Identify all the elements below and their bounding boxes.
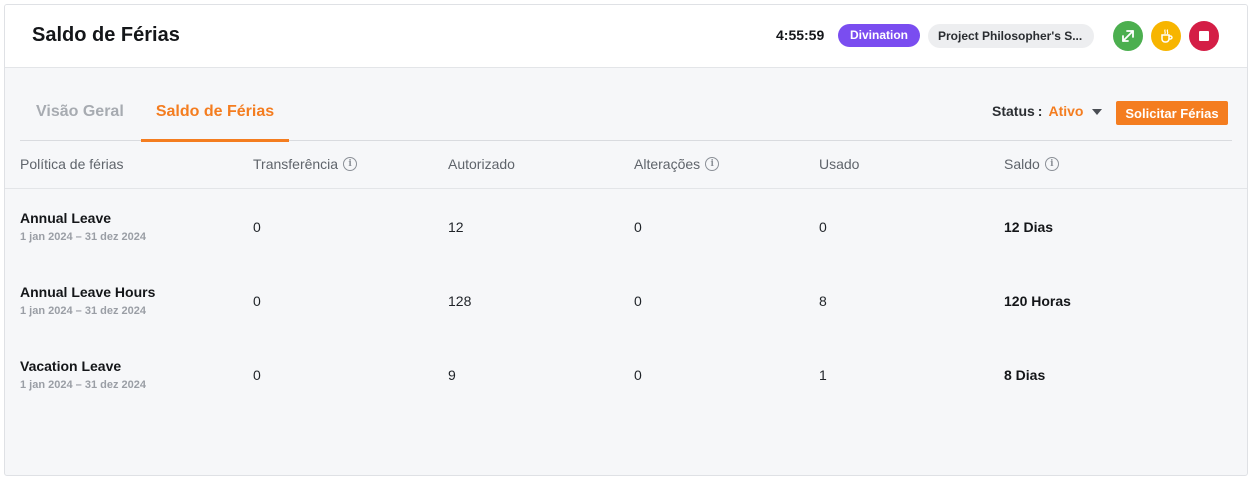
policy-period: 1 jan 2024 – 31 dez 2024	[20, 379, 146, 391]
stop-tracking-button[interactable]	[1189, 21, 1219, 51]
transfer-value: 0	[253, 293, 261, 309]
resume-tracking-icon	[1122, 30, 1134, 42]
status-filter[interactable]: Status : Ativo	[992, 103, 1103, 119]
status-label: Status	[992, 103, 1035, 119]
changes-value: 0	[634, 367, 642, 383]
status-value: Ativo	[1048, 103, 1084, 119]
table-header: Política de férias Transferência i Autor…	[5, 142, 1247, 189]
policy-name: Annual Leave	[20, 210, 112, 226]
table-row: Annual Leave Hours 1 jan 2024 – 31 dez 2…	[5, 264, 1247, 338]
authorized-value: 12	[448, 219, 464, 235]
info-icon[interactable]: i	[705, 157, 720, 171]
info-icon[interactable]: i	[343, 157, 358, 171]
column-header-authorized: Autorizado	[448, 156, 515, 172]
request-leave-button[interactable]: Solicitar Férias	[1116, 101, 1228, 125]
balance-value: 8 Dias	[1004, 367, 1046, 383]
activity-badge[interactable]: Divination	[838, 24, 921, 47]
stop-icon	[1199, 31, 1209, 41]
top-header: Saldo de Férias 4:55:59 Divination Proje…	[5, 5, 1247, 68]
info-icon[interactable]: i	[1044, 157, 1059, 171]
app-window: Saldo de Férias 4:55:59 Divination Proje…	[4, 4, 1248, 476]
column-header-used: Usado	[819, 156, 860, 172]
tab-overview[interactable]: Visão Geral	[36, 97, 124, 141]
coffee-break-icon	[1161, 29, 1173, 43]
balance-value: 12 Dias	[1004, 219, 1054, 235]
policy-period: 1 jan 2024 – 31 dez 2024	[20, 305, 146, 317]
tab-leave-balance[interactable]: Saldo de Férias	[141, 97, 289, 142]
timer-readout: 4:55:59	[776, 27, 825, 43]
column-header-transfer: Transferência i	[253, 156, 358, 172]
page-title: Saldo de Férias	[32, 24, 180, 46]
authorized-value: 128	[448, 293, 472, 309]
authorized-value: 9	[448, 367, 456, 383]
used-value: 1	[819, 367, 827, 383]
caret-down-icon	[1092, 109, 1103, 115]
project-badge[interactable]: Project Philosopher's S...	[928, 24, 1094, 48]
transfer-value: 0	[253, 219, 261, 235]
used-value: 0	[819, 219, 827, 235]
table-row: Vacation Leave 1 jan 2024 – 31 dez 2024 …	[5, 338, 1247, 412]
column-header-balance: Saldo i	[1004, 156, 1059, 172]
policy-period: 1 jan 2024 – 31 dez 2024	[20, 231, 146, 243]
transfer-value: 0	[253, 367, 261, 383]
column-header-changes: Alterações i	[634, 156, 720, 172]
status-separator: :	[1037, 103, 1043, 119]
policy-name: Vacation Leave	[20, 358, 122, 374]
used-value: 8	[819, 293, 827, 309]
balance-value: 120 Horas	[1004, 293, 1071, 309]
changes-value: 0	[634, 219, 642, 235]
resume-tracking-button[interactable]	[1113, 21, 1143, 51]
policy-name: Annual Leave Hours	[20, 284, 156, 300]
column-header-policy: Política de férias	[20, 156, 124, 172]
table-row: Annual Leave 1 jan 2024 – 31 dez 2024 0 …	[5, 190, 1247, 264]
coffee-break-button[interactable]	[1151, 21, 1181, 51]
changes-value: 0	[634, 293, 642, 309]
